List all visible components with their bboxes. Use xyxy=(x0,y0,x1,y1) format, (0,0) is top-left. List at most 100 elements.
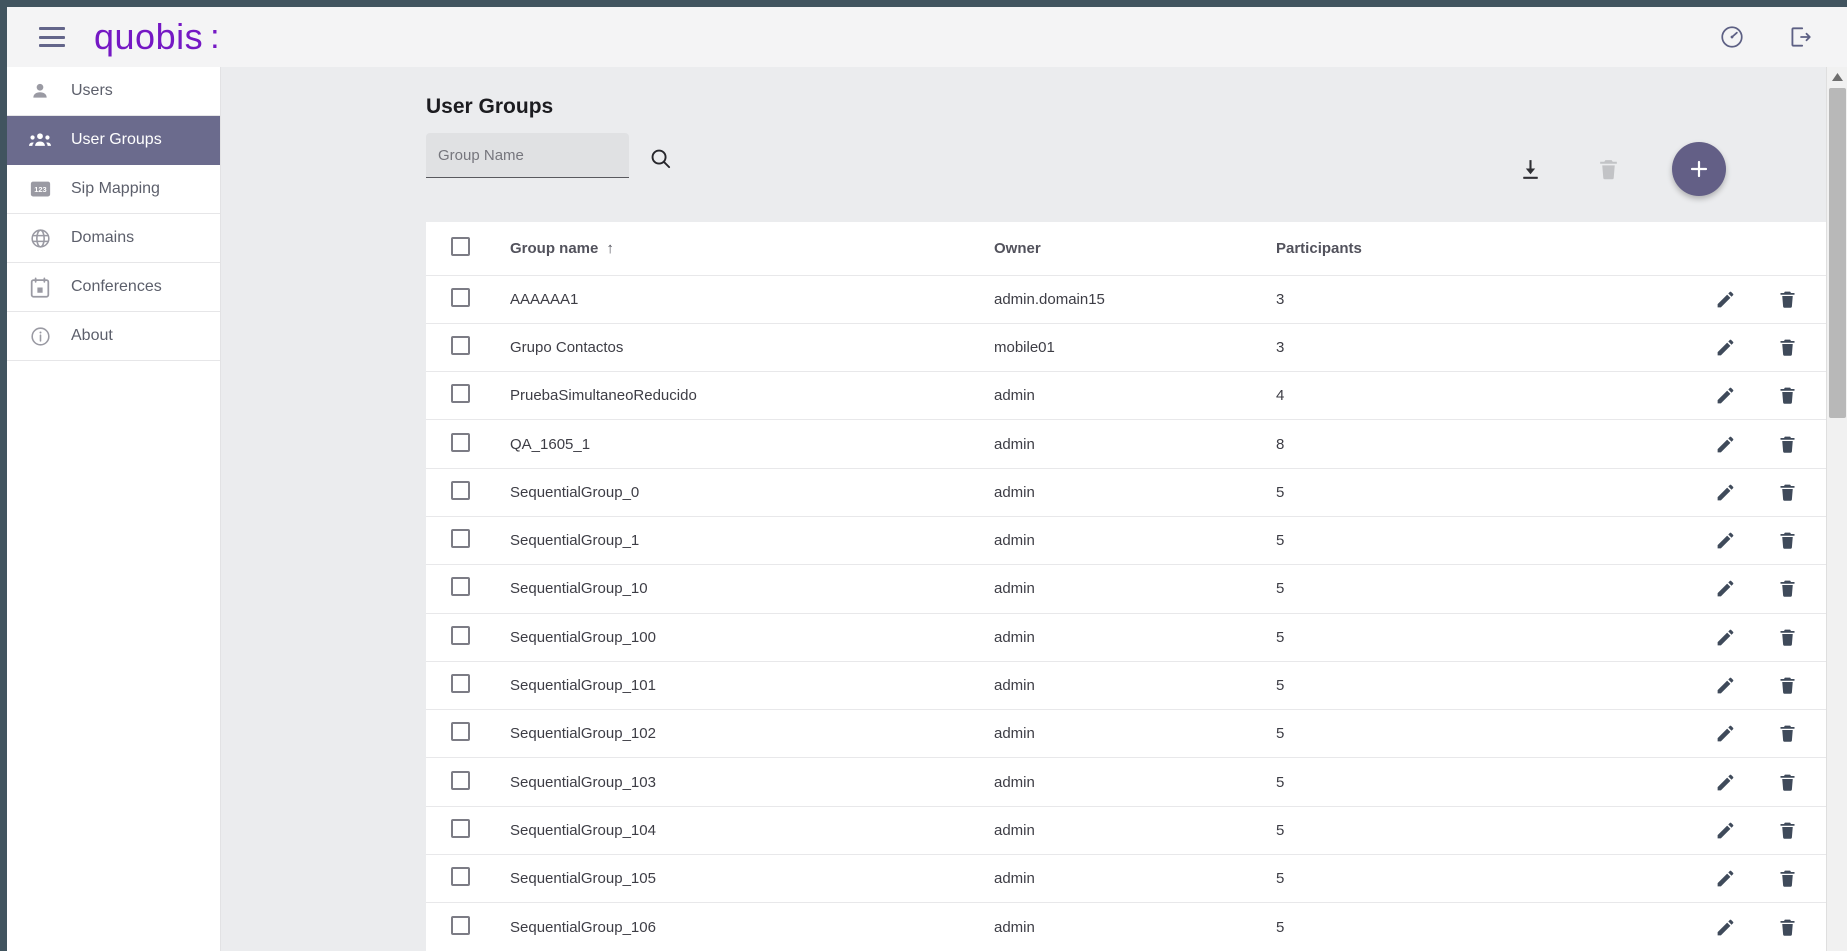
delete-icon[interactable] xyxy=(1594,155,1622,183)
search-icon[interactable] xyxy=(647,145,673,171)
edit-pencil-icon[interactable] xyxy=(1714,481,1736,503)
delete-trash-icon[interactable] xyxy=(1776,723,1798,745)
delete-trash-icon[interactable] xyxy=(1776,578,1798,600)
row-select-cell xyxy=(426,564,510,614)
cell-actions xyxy=(1666,757,1826,807)
sidebar-item-about[interactable]: About xyxy=(7,312,220,361)
add-group-button[interactable] xyxy=(1672,142,1726,196)
cell-group-name: SequentialGroup_103 xyxy=(510,757,994,807)
brand-name: quobis xyxy=(94,16,204,57)
download-icon[interactable] xyxy=(1516,155,1544,183)
cell-group-name: SequentialGroup_10 xyxy=(510,564,994,614)
sidebar-item-conferences[interactable]: Conferences xyxy=(7,263,220,312)
column-header-owner[interactable]: Owner xyxy=(994,222,1276,276)
delete-trash-icon[interactable] xyxy=(1776,385,1798,407)
column-header-group-name[interactable]: Group name ↑ xyxy=(510,222,994,276)
search-field-wrapper[interactable] xyxy=(426,133,629,178)
row-select-cell xyxy=(426,902,510,951)
cell-owner: admin xyxy=(994,709,1276,759)
sidebar-item-domains[interactable]: Domains xyxy=(7,214,220,263)
cell-owner: admin xyxy=(994,854,1276,904)
row-select-cell xyxy=(426,613,510,662)
edit-pencil-icon[interactable] xyxy=(1714,578,1736,600)
delete-trash-icon[interactable] xyxy=(1776,675,1798,697)
row-checkbox[interactable] xyxy=(451,287,470,307)
table-row[interactable]: SequentialGroup_101 admin 5 xyxy=(426,661,1826,711)
row-checkbox[interactable] xyxy=(451,915,470,935)
table-row[interactable]: PruebaSimultaneoReducido admin 4 xyxy=(426,371,1826,421)
row-checkbox[interactable] xyxy=(451,432,470,452)
table-row[interactable]: SequentialGroup_105 admin 5 xyxy=(426,854,1826,904)
table-row[interactable]: SequentialGroup_102 admin 5 xyxy=(426,709,1826,759)
delete-trash-icon[interactable] xyxy=(1776,288,1798,310)
edit-pencil-icon[interactable] xyxy=(1714,868,1736,890)
cell-actions xyxy=(1666,806,1826,856)
row-checkbox[interactable] xyxy=(451,384,470,404)
brand-logo[interactable]: quobis : xyxy=(94,19,220,55)
edit-pencil-icon[interactable] xyxy=(1714,433,1736,455)
vertical-scrollbar[interactable] xyxy=(1826,67,1847,951)
row-checkbox[interactable] xyxy=(451,625,470,645)
cell-group-name: SequentialGroup_105 xyxy=(510,854,994,904)
row-select-cell xyxy=(426,275,510,324)
delete-trash-icon[interactable] xyxy=(1776,868,1798,890)
scrollbar-thumb[interactable] xyxy=(1829,88,1846,418)
edit-pencil-icon[interactable] xyxy=(1714,530,1736,552)
edit-pencil-icon[interactable] xyxy=(1714,626,1736,648)
edit-pencil-icon[interactable] xyxy=(1714,916,1736,938)
info-icon xyxy=(29,325,51,347)
table-row[interactable]: SequentialGroup_100 admin 5 xyxy=(426,613,1826,662)
edit-pencil-icon[interactable] xyxy=(1714,771,1736,793)
table-row[interactable]: SequentialGroup_1 admin 5 xyxy=(426,516,1826,566)
logout-icon[interactable] xyxy=(1787,24,1813,50)
row-checkbox[interactable] xyxy=(451,577,470,597)
row-checkbox[interactable] xyxy=(451,335,470,355)
edit-pencil-icon[interactable] xyxy=(1714,288,1736,310)
scroll-up-arrow-icon[interactable] xyxy=(1827,67,1847,86)
row-select-cell xyxy=(426,371,510,421)
hamburger-menu-icon[interactable] xyxy=(39,27,65,47)
table-row[interactable]: SequentialGroup_0 admin 5 xyxy=(426,468,1826,517)
sidebar-item-users[interactable]: Users xyxy=(7,67,220,116)
column-header-participants[interactable]: Participants xyxy=(1276,222,1666,276)
row-checkbox[interactable] xyxy=(451,722,470,742)
table-row[interactable]: SequentialGroup_104 admin 5 xyxy=(426,806,1826,856)
row-checkbox[interactable] xyxy=(451,867,470,887)
delete-trash-icon[interactable] xyxy=(1776,819,1798,841)
delete-trash-icon[interactable] xyxy=(1776,336,1798,358)
row-checkbox[interactable] xyxy=(451,480,470,500)
delete-trash-icon[interactable] xyxy=(1776,916,1798,938)
delete-trash-icon[interactable] xyxy=(1776,771,1798,793)
row-checkbox[interactable] xyxy=(451,770,470,790)
user-groups-table: Group name ↑ Owner Participants AAAAAA1 ad… xyxy=(426,222,1826,951)
speedometer-icon[interactable] xyxy=(1719,24,1745,50)
row-checkbox[interactable] xyxy=(451,818,470,838)
delete-trash-icon[interactable] xyxy=(1776,433,1798,455)
edit-pencil-icon[interactable] xyxy=(1714,723,1736,745)
table-row[interactable]: AAAAAA1 admin.domain15 3 xyxy=(426,275,1826,324)
cell-owner: admin xyxy=(994,806,1276,856)
delete-trash-icon[interactable] xyxy=(1776,626,1798,648)
window-top-strip xyxy=(0,0,1847,7)
table-row[interactable]: SequentialGroup_10 admin 5 xyxy=(426,564,1826,614)
edit-pencil-icon[interactable] xyxy=(1714,336,1736,358)
table-row[interactable]: SequentialGroup_103 admin 5 xyxy=(426,757,1826,807)
table-row[interactable]: SequentialGroup_106 admin 5 xyxy=(426,902,1826,951)
row-select-cell xyxy=(426,323,510,373)
cell-participants: 3 xyxy=(1276,275,1666,324)
edit-pencil-icon[interactable] xyxy=(1714,819,1736,841)
table-row[interactable]: QA_1605_1 admin 8 xyxy=(426,419,1826,469)
numbers-icon: 123 xyxy=(29,178,51,200)
search-input[interactable] xyxy=(438,146,617,164)
edit-pencil-icon[interactable] xyxy=(1714,675,1736,697)
sidebar-item-user-groups[interactable]: User Groups xyxy=(7,116,220,165)
table-row[interactable]: Grupo Contactos mobile01 3 xyxy=(426,323,1826,373)
delete-trash-icon[interactable] xyxy=(1776,530,1798,552)
cell-actions xyxy=(1666,613,1826,662)
row-checkbox[interactable] xyxy=(451,529,470,549)
select-all-checkbox[interactable] xyxy=(451,236,470,256)
delete-trash-icon[interactable] xyxy=(1776,481,1798,503)
sidebar-item-sip-mapping[interactable]: 123 Sip Mapping xyxy=(7,165,220,214)
edit-pencil-icon[interactable] xyxy=(1714,385,1736,407)
row-checkbox[interactable] xyxy=(451,674,470,694)
